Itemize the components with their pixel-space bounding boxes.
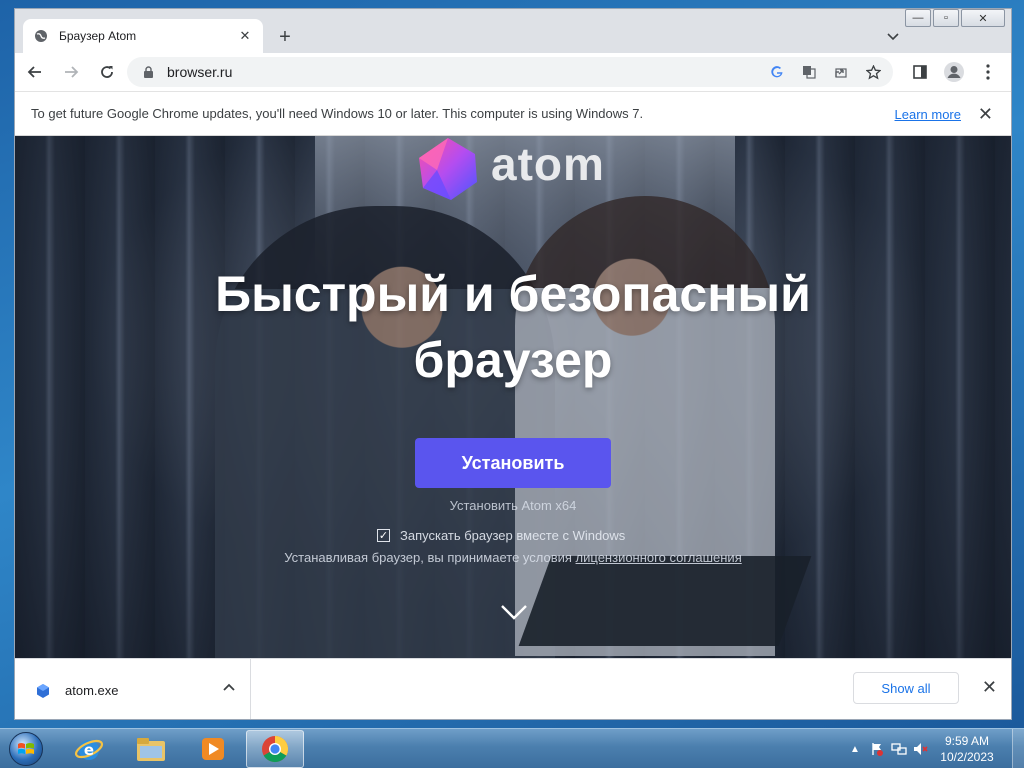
internet-explorer-icon[interactable]: e <box>60 730 118 768</box>
show-all-button[interactable]: Show all <box>853 672 959 704</box>
action-center-flag-icon[interactable] <box>866 740 888 758</box>
window-controls: — ▫ ✕ <box>905 9 1005 27</box>
browser-toolbar: browser.ru <box>15 53 1011 91</box>
new-tab-button[interactable]: + <box>273 25 297 49</box>
hero-overlay <box>15 136 1011 658</box>
autostart-option[interactable]: ✓ Запускать браузер вместе с Windows <box>377 528 625 543</box>
web-page: atom Быстрый и безопасный браузер Устано… <box>15 136 1011 658</box>
download-file-name: atom.exe <box>65 683 119 698</box>
media-player-icon[interactable] <box>184 730 242 768</box>
profile-avatar-icon[interactable] <box>939 57 969 87</box>
reload-icon[interactable] <box>91 56 123 88</box>
clock-time: 9:59 AM <box>944 734 990 748</box>
atom-logo-icon <box>419 138 477 200</box>
windows-logo-icon <box>9 732 43 766</box>
network-icon[interactable] <box>888 740 910 758</box>
volume-muted-icon[interactable] <box>910 740 932 758</box>
download-bar: atom.exe Show all ✕ <box>15 658 1011 719</box>
clock-date: 10/2/2023 <box>940 750 994 764</box>
toolbar-right <box>905 57 1003 87</box>
show-desktop-button[interactable] <box>1012 729 1024 768</box>
file-explorer-icon[interactable] <box>122 730 180 768</box>
terms-text: Устанавливая браузер, вы принимаете усло… <box>15 550 1011 565</box>
infobar-message: To get future Google Chrome updates, you… <box>31 106 644 121</box>
bookmark-star-icon[interactable] <box>859 61 887 83</box>
infobar-close-icon[interactable]: ✕ <box>978 104 993 125</box>
address-bar[interactable]: browser.ru <box>127 57 893 87</box>
svg-text:e: e <box>84 741 94 759</box>
start-button[interactable] <box>4 729 48 768</box>
exe-file-icon <box>37 683 49 698</box>
tray-expand-arrow-icon[interactable]: ▲ <box>844 740 866 758</box>
chevron-up-icon[interactable] <box>222 680 236 694</box>
headline-line-1: Быстрый и безопасный <box>215 266 811 322</box>
minimize-button[interactable]: — <box>905 9 931 27</box>
license-agreement-link[interactable]: лицензионного соглашения <box>576 550 742 565</box>
forward-arrow-icon[interactable] <box>55 56 87 88</box>
side-panel-icon[interactable] <box>905 57 935 87</box>
system-tray: ▲ 9:59 AM 10/2/2023 <box>844 729 1024 768</box>
window-close-button[interactable]: ✕ <box>961 9 1005 27</box>
autostart-label: Запускать браузер вместе с Windows <box>400 528 626 543</box>
tab-close-icon[interactable]: ✕ <box>237 28 253 44</box>
hero-headline: Быстрый и безопасный браузер <box>15 261 1011 393</box>
tab-search-chevron-icon[interactable] <box>883 27 903 47</box>
kebab-menu-icon[interactable] <box>973 57 1003 87</box>
tab-strip: Браузер Atom ✕ + — ▫ ✕ <box>15 9 1011 53</box>
atom-logo-text: atom <box>491 138 605 190</box>
maximize-button[interactable]: ▫ <box>933 9 959 27</box>
scroll-down-chevron-icon[interactable] <box>499 596 529 626</box>
headline-line-2: браузер <box>413 332 613 388</box>
update-infobar: To get future Google Chrome updates, you… <box>15 91 1011 136</box>
terms-prefix: Устанавливая браузер, вы принимаете усло… <box>284 550 576 565</box>
install-x64-link[interactable]: Установить Atom x64 <box>15 498 1011 513</box>
taskbar: e ▲ 9:59 AM 10/2/2023 <box>0 728 1024 768</box>
translate-icon[interactable] <box>795 61 823 83</box>
autostart-checkbox[interactable]: ✓ <box>377 529 390 542</box>
tab-atom[interactable]: Браузер Atom ✕ <box>23 19 263 53</box>
install-button[interactable]: Установить <box>415 438 611 488</box>
globe-icon <box>33 28 49 44</box>
download-bar-close-icon[interactable]: ✕ <box>982 677 997 698</box>
chrome-taskbar-icon[interactable] <box>246 730 304 768</box>
download-item[interactable]: atom.exe <box>15 659 251 719</box>
share-icon[interactable] <box>827 61 855 83</box>
learn-more-link[interactable]: Learn more <box>895 107 961 122</box>
atom-logo[interactable]: atom <box>415 136 605 202</box>
back-arrow-icon[interactable] <box>19 56 51 88</box>
url-text: browser.ru <box>167 64 233 80</box>
taskbar-clock[interactable]: 9:59 AM 10/2/2023 <box>932 733 1002 765</box>
tab-title: Браузер Atom <box>59 29 137 43</box>
lock-icon[interactable] <box>141 65 155 79</box>
google-icon[interactable] <box>763 61 791 83</box>
omnibox-icons <box>763 61 887 83</box>
chrome-window: Браузер Atom ✕ + — ▫ ✕ browser.ru To get… <box>14 8 1012 720</box>
